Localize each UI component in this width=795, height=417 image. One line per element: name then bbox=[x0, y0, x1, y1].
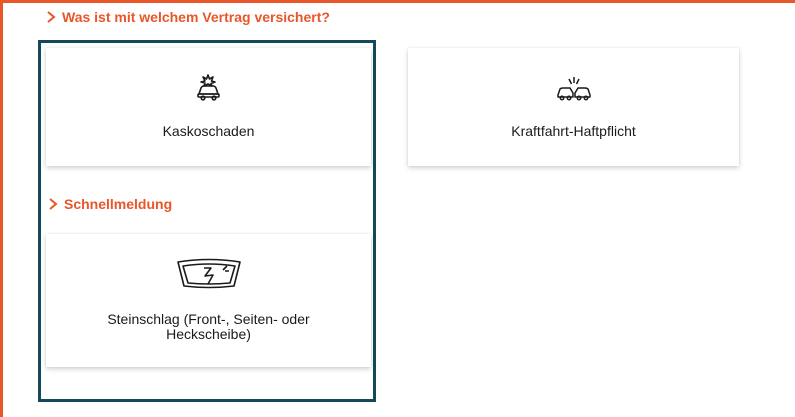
car-crash-icon bbox=[194, 70, 224, 106]
kraftfahrt-haftpflicht-card[interactable]: Kraftfahrt-Haftpflicht bbox=[408, 48, 739, 166]
page-frame-top bbox=[0, 0, 795, 3]
card-label: Kraftfahrt-Haftpflicht bbox=[511, 123, 636, 139]
section-title: Was ist mit welchem Vertrag versichert? bbox=[62, 9, 330, 25]
kaskoschaden-card[interactable]: Kaskoschaden bbox=[46, 48, 371, 166]
car-collision-icon bbox=[556, 70, 592, 106]
cracked-windshield-icon bbox=[174, 254, 244, 294]
card-label: Steinschlag (Front-, Seiten- oder Hecksc… bbox=[107, 311, 310, 342]
section-heading-vertrag[interactable]: Was ist mit welchem Vertrag versichert? bbox=[46, 9, 330, 25]
page-frame-left bbox=[0, 0, 3, 417]
section-title: Schnellmeldung bbox=[64, 196, 173, 212]
steinschlag-card[interactable]: Steinschlag (Front-, Seiten- oder Hecksc… bbox=[46, 234, 371, 367]
chevron-right-icon bbox=[46, 10, 58, 24]
chevron-right-icon bbox=[48, 197, 60, 211]
card-label: Kaskoschaden bbox=[162, 123, 255, 139]
section-heading-schnellmeldung[interactable]: Schnellmeldung bbox=[48, 196, 172, 212]
